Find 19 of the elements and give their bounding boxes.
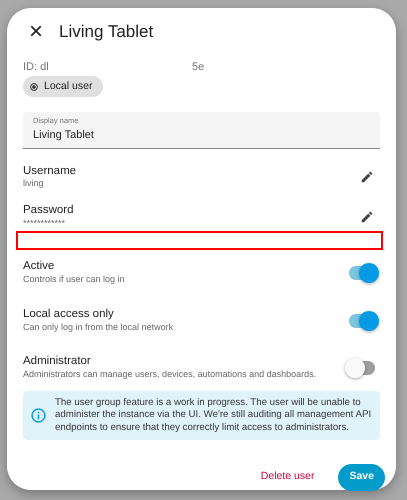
toggle-label: Administrator: [23, 355, 92, 370]
radio-icon: [30, 82, 38, 90]
close-button[interactable]: ×: [27, 20, 45, 44]
toggle-description: Controls if user can log in: [23, 274, 125, 286]
info-icon: [31, 408, 46, 424]
user-id-text: ID: dl: [23, 60, 50, 73]
field-label: Username: [23, 164, 76, 178]
user-id-text: 5e: [192, 60, 204, 73]
field-label: Password: [23, 204, 74, 218]
toggle-description: Can only log in from the local network: [23, 322, 174, 334]
field-value: ************: [23, 218, 66, 230]
toggle-label: Local access only: [23, 308, 115, 322]
user-type-chip: Local user: [23, 76, 104, 97]
dialog-title: Living Tablet: [59, 21, 154, 44]
field-value: living: [23, 178, 45, 190]
info-text: The user group feature is a work in progress. The user will be unable to administer the instance via the UI. We're still auditing all management API endpoints to ensure that they correctly limit access to administrators.: [55, 396, 372, 434]
toggle-description: Administrators can manage users, devices, automations and dashboards.: [23, 369, 316, 381]
delete-button[interactable]: Delete user: [252, 463, 322, 491]
toggle-label: Active: [23, 260, 56, 274]
